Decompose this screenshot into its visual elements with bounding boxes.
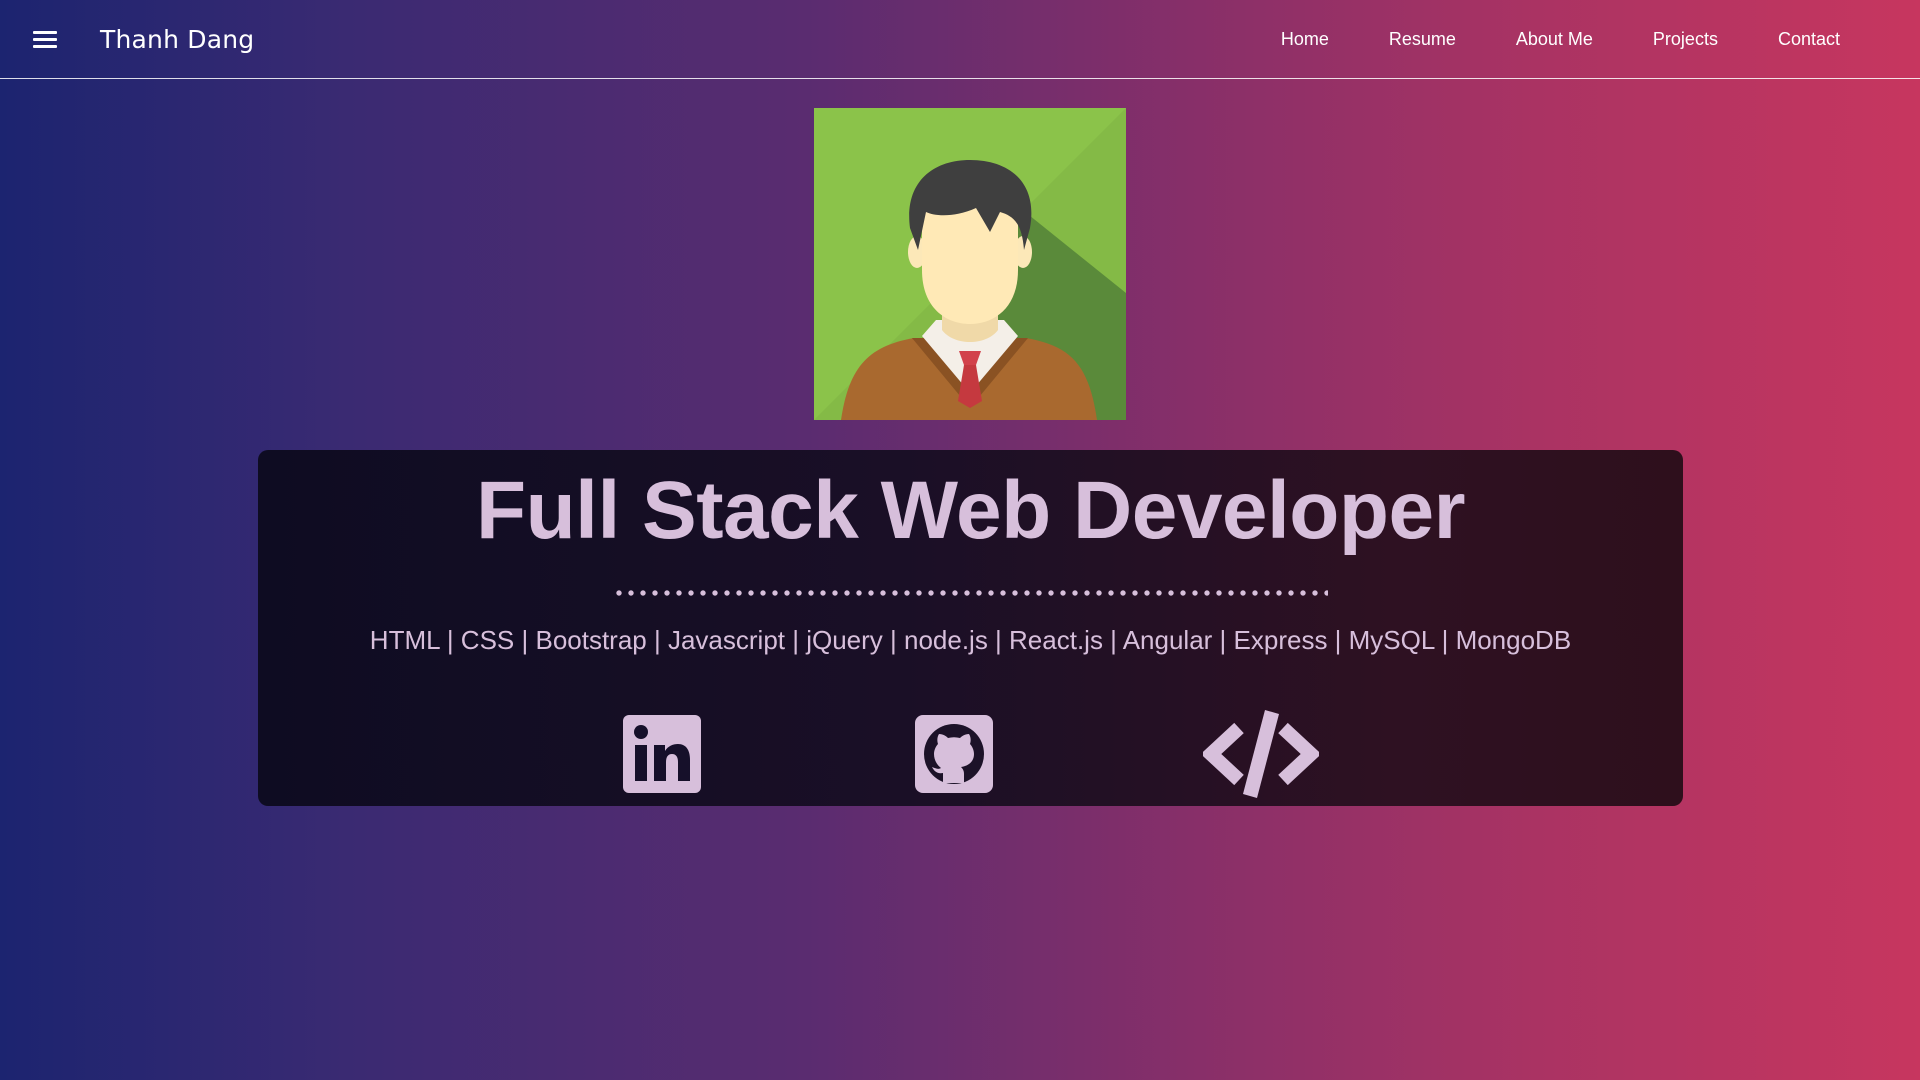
dotted-divider (613, 590, 1328, 596)
nav-link-contact[interactable]: Contact (1778, 29, 1840, 50)
brand-name[interactable]: Thanh Dang (100, 25, 254, 54)
navbar: Thanh Dang Home Resume About Me Projects… (0, 0, 1920, 79)
nav-link-home[interactable]: Home (1281, 29, 1329, 50)
nav-link-resume[interactable]: Resume (1389, 29, 1456, 50)
nav-link-projects[interactable]: Projects (1653, 29, 1718, 50)
hero-title: Full Stack Web Developer (475, 465, 1466, 556)
nav-links: Home Resume About Me Projects Contact (1221, 29, 1840, 50)
code-icon[interactable] (1203, 708, 1319, 800)
avatar-image (814, 108, 1126, 420)
hero-panel: Full Stack Web Developer HTML | CSS | Bo… (258, 450, 1683, 806)
nav-link-about-me[interactable]: About Me (1516, 29, 1593, 50)
github-icon[interactable] (915, 715, 993, 793)
menu-icon[interactable] (33, 31, 57, 49)
skills-list: HTML | CSS | Bootstrap | Javascript | jQ… (369, 625, 1572, 655)
linkedin-icon[interactable] (623, 715, 701, 793)
